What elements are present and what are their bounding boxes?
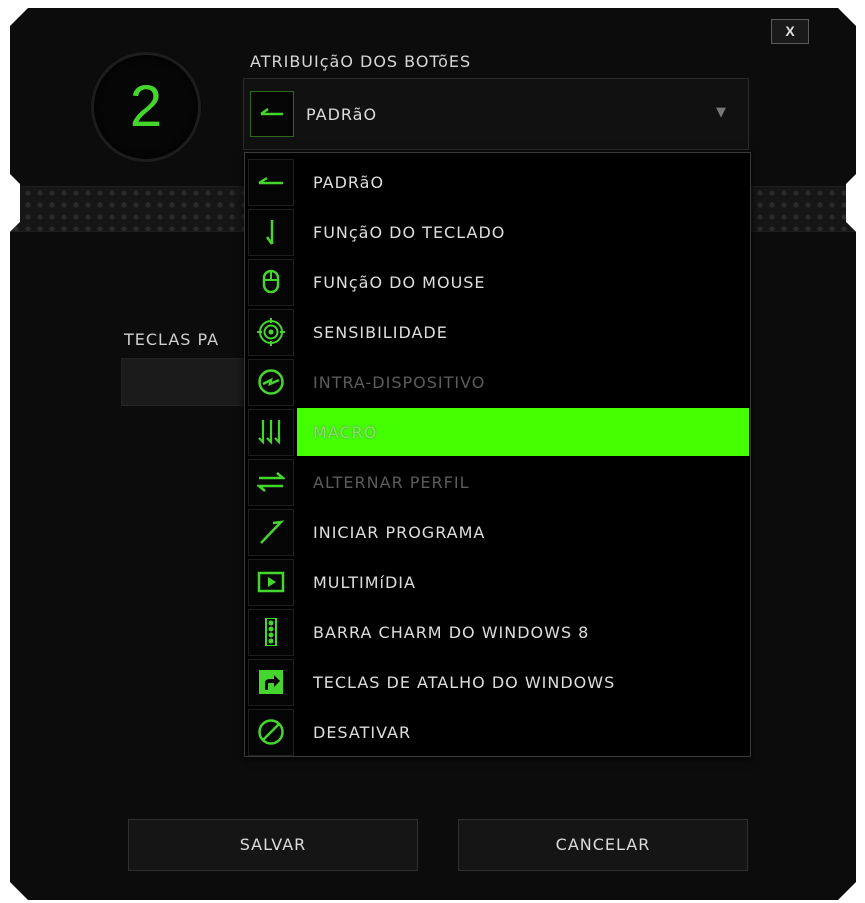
menu-item-label: SENSIBILIDADE	[313, 323, 448, 342]
arrow-left-icon	[250, 91, 294, 137]
menu-item-label: INTRA-DISPOSITIVO	[313, 373, 486, 392]
menu-item-disable[interactable]: DESATIVAR	[245, 707, 750, 757]
dialog-title: ATRIBUIçãO DOS BOTõES	[250, 52, 472, 71]
keys-label: TECLAS PA	[124, 330, 220, 349]
profile-number: 2	[129, 74, 163, 139]
assignment-dropdown[interactable]: PADRãO ▼	[243, 78, 749, 150]
menu-item-label: MACRO	[313, 423, 378, 442]
swap-arrows-icon	[248, 459, 294, 506]
keys-input[interactable]	[121, 358, 253, 406]
menu-item-launch-program[interactable]: INICIAR PROGRAMA	[245, 507, 750, 557]
assignment-menu: PADRãO FUNçãO DO TECLADO FUNçãO DO MOUSE…	[244, 152, 751, 757]
menu-item-windows-shortcuts[interactable]: TECLAS DE ATALHO DO WINDOWS	[245, 657, 750, 707]
menu-item-intra-device[interactable]: INTRA-DISPOSITIVO	[245, 357, 750, 407]
save-button[interactable]: SALVAR	[128, 819, 418, 871]
menu-item-label: BARRA CHARM DO WINDOWS 8	[313, 623, 590, 642]
menu-item-label: FUNçãO DO MOUSE	[313, 273, 486, 292]
menu-item-sensitivity[interactable]: SENSIBILIDADE	[245, 307, 750, 357]
play-icon	[248, 559, 294, 606]
menu-item-label: PADRãO	[313, 173, 385, 192]
target-icon	[248, 309, 294, 356]
profile-number-badge: 2	[91, 52, 201, 162]
menu-item-padrao[interactable]: PADRãO	[245, 157, 750, 207]
menu-item-label: FUNçãO DO TECLADO	[313, 223, 506, 242]
menu-item-label: TECLAS DE ATALHO DO WINDOWS	[313, 673, 616, 692]
dropdown-selected-value: PADRãO	[306, 105, 378, 124]
menu-item-label: ALTERNAR PERFIL	[313, 473, 470, 492]
shortcut-icon	[248, 659, 294, 706]
arrow-left-icon	[248, 159, 294, 206]
diagonal-arrow-icon	[248, 509, 294, 556]
charm-bar-icon	[248, 609, 294, 656]
arrow-down-icon	[248, 209, 294, 256]
cancel-button[interactable]: CANCELAR	[458, 819, 748, 871]
menu-item-charm-bar[interactable]: BARRA CHARM DO WINDOWS 8	[245, 607, 750, 657]
menu-item-macro[interactable]: MACRO	[245, 407, 750, 457]
menu-item-mouse-function[interactable]: FUNçãO DO MOUSE	[245, 257, 750, 307]
menu-item-label: INICIAR PROGRAMA	[313, 523, 486, 542]
close-button[interactable]: X	[771, 19, 809, 44]
mouse-icon	[248, 259, 294, 306]
menu-item-keyboard-function[interactable]: FUNçãO DO TECLADO	[245, 207, 750, 257]
chevron-down-icon[interactable]: ▼	[716, 105, 726, 120]
disable-icon	[248, 709, 294, 756]
menu-item-label: MULTIMíDIA	[313, 573, 416, 592]
lightning-circle-icon	[248, 359, 294, 406]
macro-arrows-icon	[248, 409, 294, 456]
menu-item-switch-profile[interactable]: ALTERNAR PERFIL	[245, 457, 750, 507]
menu-item-multimedia[interactable]: MULTIMíDIA	[245, 557, 750, 607]
menu-item-label: DESATIVAR	[313, 723, 412, 742]
